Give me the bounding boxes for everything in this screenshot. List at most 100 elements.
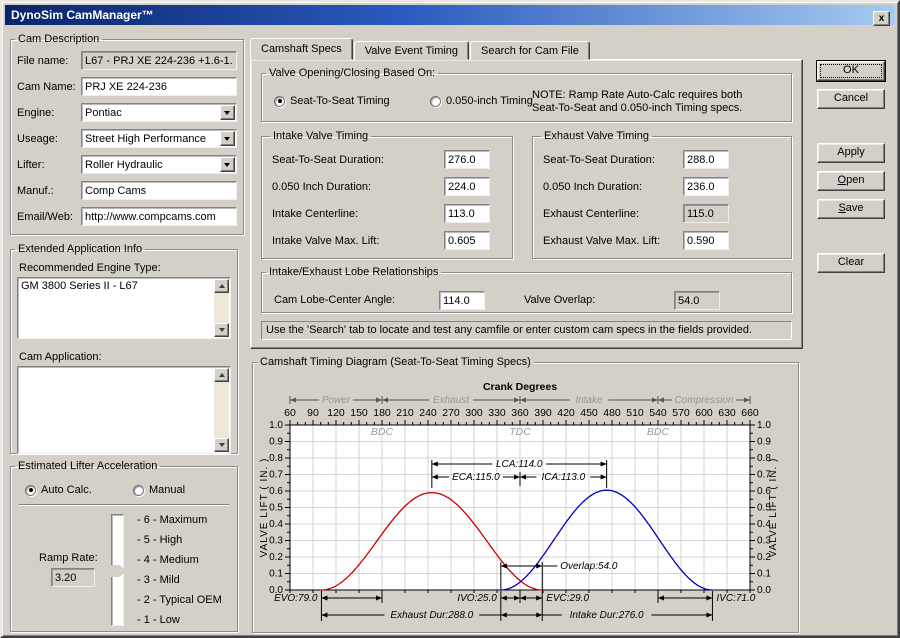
tab-camshaft-specs[interactable]: Camshaft Specs [250,38,353,60]
intake-s2s-duration-field[interactable]: 276.0 [444,150,490,169]
file-name-label: File name: [17,55,81,67]
ok-button[interactable]: OK [817,61,885,81]
scrollbar[interactable] [214,279,229,337]
svg-text:Overlap:54.0: Overlap:54.0 [560,561,618,572]
scroll-down-icon[interactable] [214,438,229,452]
svg-text:1.0: 1.0 [757,420,771,431]
intake-s2s-duration-label: Seat-To-Seat Duration: [272,154,444,166]
scroll-up-icon[interactable] [214,368,229,382]
cam-name-field[interactable]: PRJ XE 224-236 [81,77,237,96]
radio-icon[interactable] [133,485,144,496]
file-name-field: L67 - PRJ XE 224-236 +1.6-1. [81,51,237,70]
ramp-rate-note: NOTE: Ramp Rate Auto-Calc requires both … [532,89,742,115]
intake-timing-group: Intake Valve Timing Seat-To-Seat Duratio… [261,130,513,259]
ramp-rate-label: Ramp Rate: [39,552,98,564]
radio-icon[interactable] [430,96,441,107]
apply-button[interactable]: Apply [817,143,885,163]
svg-text:420: 420 [557,407,575,419]
exhaust-050-duration-field[interactable]: 236.0 [683,177,729,196]
email-web-field[interactable]: http://www.compcams.com [81,207,237,226]
svg-text:300: 300 [465,407,483,419]
save-button[interactable]: Save [817,199,885,219]
inch-timing-radio[interactable]: 0.050-inch Timing [430,95,533,107]
scale-item: - 3 - Mild [137,574,222,586]
manual-radio[interactable]: Manual [133,484,185,496]
svg-text:0.1: 0.1 [757,569,771,580]
clear-button[interactable]: Clear [817,253,885,273]
exhaust-centerline-label: Exhaust Centerline: [543,208,683,220]
cam-name-label: Cam Name: [17,81,81,93]
svg-text:0.3: 0.3 [269,536,283,547]
intake-050-duration-field[interactable]: 224.0 [444,177,490,196]
intake-timing-title: Intake Valve Timing [270,130,371,142]
svg-text:VALVE LIFT ( IN. ): VALVE LIFT ( IN. ) [768,458,779,558]
svg-text:Crank Degrees: Crank Degrees [483,381,557,393]
svg-text:0.6: 0.6 [269,486,283,497]
lifter-dropdown-arrow-icon[interactable] [220,157,235,172]
title-bar[interactable]: DynoSim CamManager™ x [5,5,895,25]
svg-text:90: 90 [307,407,319,419]
svg-text:ECA:115.0: ECA:115.0 [452,472,500,483]
lifter-accel-group: Estimated Lifter Acceleration Auto Calc.… [10,460,238,632]
open-button[interactable]: Open [817,171,885,191]
ramp-rate-slider-thumb[interactable] [108,565,127,577]
useage-select[interactable]: Street High Performance [81,129,237,148]
svg-text:660: 660 [741,407,759,419]
engine-select[interactable]: Pontiac [81,103,237,122]
exhaust-050-duration-label: 0.050 Inch Duration: [543,181,683,193]
close-icon[interactable]: x [873,11,890,26]
scale-item: - 1 - Low [137,614,222,626]
radio-selected-icon[interactable] [25,485,36,496]
valve-overlap-field: 54.0 [674,291,720,310]
extended-info-group: Extended Application Info Recommended En… [10,243,238,454]
svg-text:0.4: 0.4 [269,519,283,530]
intake-centerline-field[interactable]: 113.0 [444,204,490,223]
valve-basis-title: Valve Opening/Closing Based On: [266,67,438,79]
lca-field[interactable]: 114.0 [439,291,485,310]
lifter-select[interactable]: Roller Hydraulic [81,155,237,174]
exhaust-max-lift-label: Exhaust Valve Max. Lift: [543,235,683,247]
auto-calc-radio[interactable]: Auto Calc. [25,484,92,496]
exhaust-s2s-duration-field[interactable]: 288.0 [683,150,729,169]
scrollbar[interactable] [214,368,229,452]
engine-dropdown-arrow-icon[interactable] [220,105,235,120]
tab-valve-event-timing[interactable]: Valve Event Timing [354,41,469,60]
tab-search-for-cam-file[interactable]: Search for Cam File [470,41,590,60]
svg-text:450: 450 [580,407,598,419]
camshaft-timing-chart: 6090120150180210240270300330360390420450… [254,375,795,631]
manuf-field[interactable]: Comp Cams [81,181,237,200]
lobe-title: Intake/Exhaust Lobe Relationships [266,266,441,278]
scroll-up-icon[interactable] [214,279,229,293]
manuf-label: Manuf.: [17,185,81,197]
valve-overlap-label: Valve Overlap: [524,294,595,306]
cam-application-textarea[interactable] [17,366,231,454]
cancel-button[interactable]: Cancel [817,89,885,109]
svg-text:0.2: 0.2 [269,552,283,563]
svg-text:60: 60 [284,407,296,419]
exhaust-timing-title: Exhaust Valve Timing [541,130,652,142]
svg-text:EVC:29.0: EVC:29.0 [546,593,589,604]
scale-item: - 4 - Medium [137,554,222,566]
svg-text:BDC: BDC [647,426,670,438]
intake-max-lift-field[interactable]: 0.605 [444,231,490,250]
scroll-down-icon[interactable] [214,323,229,337]
intake-max-lift-label: Intake Valve Max. Lift: [272,235,444,247]
recommended-engine-type-textarea[interactable]: GM 3800 Series II - L67 [17,277,231,339]
svg-text:600: 600 [695,407,713,419]
radio-selected-icon[interactable] [274,96,285,107]
svg-text:0.1: 0.1 [269,569,283,580]
exhaust-max-lift-field[interactable]: 0.590 [683,231,729,250]
ramp-rate-value: 3.20 [51,568,95,587]
extended-info-title: Extended Application Info [15,243,145,255]
window-title: DynoSim CamManager™ [11,8,154,22]
lobe-group: Intake/Exhaust Lobe Relationships Cam Lo… [261,266,792,313]
seat-to-seat-radio[interactable]: Seat-To-Seat Timing [274,95,390,107]
useage-dropdown-arrow-icon[interactable] [220,131,235,146]
svg-text:0.0: 0.0 [757,585,771,596]
svg-text:ICA:113.0: ICA:113.0 [541,472,585,483]
exhaust-s2s-duration-label: Seat-To-Seat Duration: [543,154,683,166]
svg-text:Power: Power [322,395,351,406]
svg-text:0.7: 0.7 [269,470,283,481]
svg-text:120: 120 [327,407,345,419]
svg-text:Intake: Intake [575,395,603,406]
